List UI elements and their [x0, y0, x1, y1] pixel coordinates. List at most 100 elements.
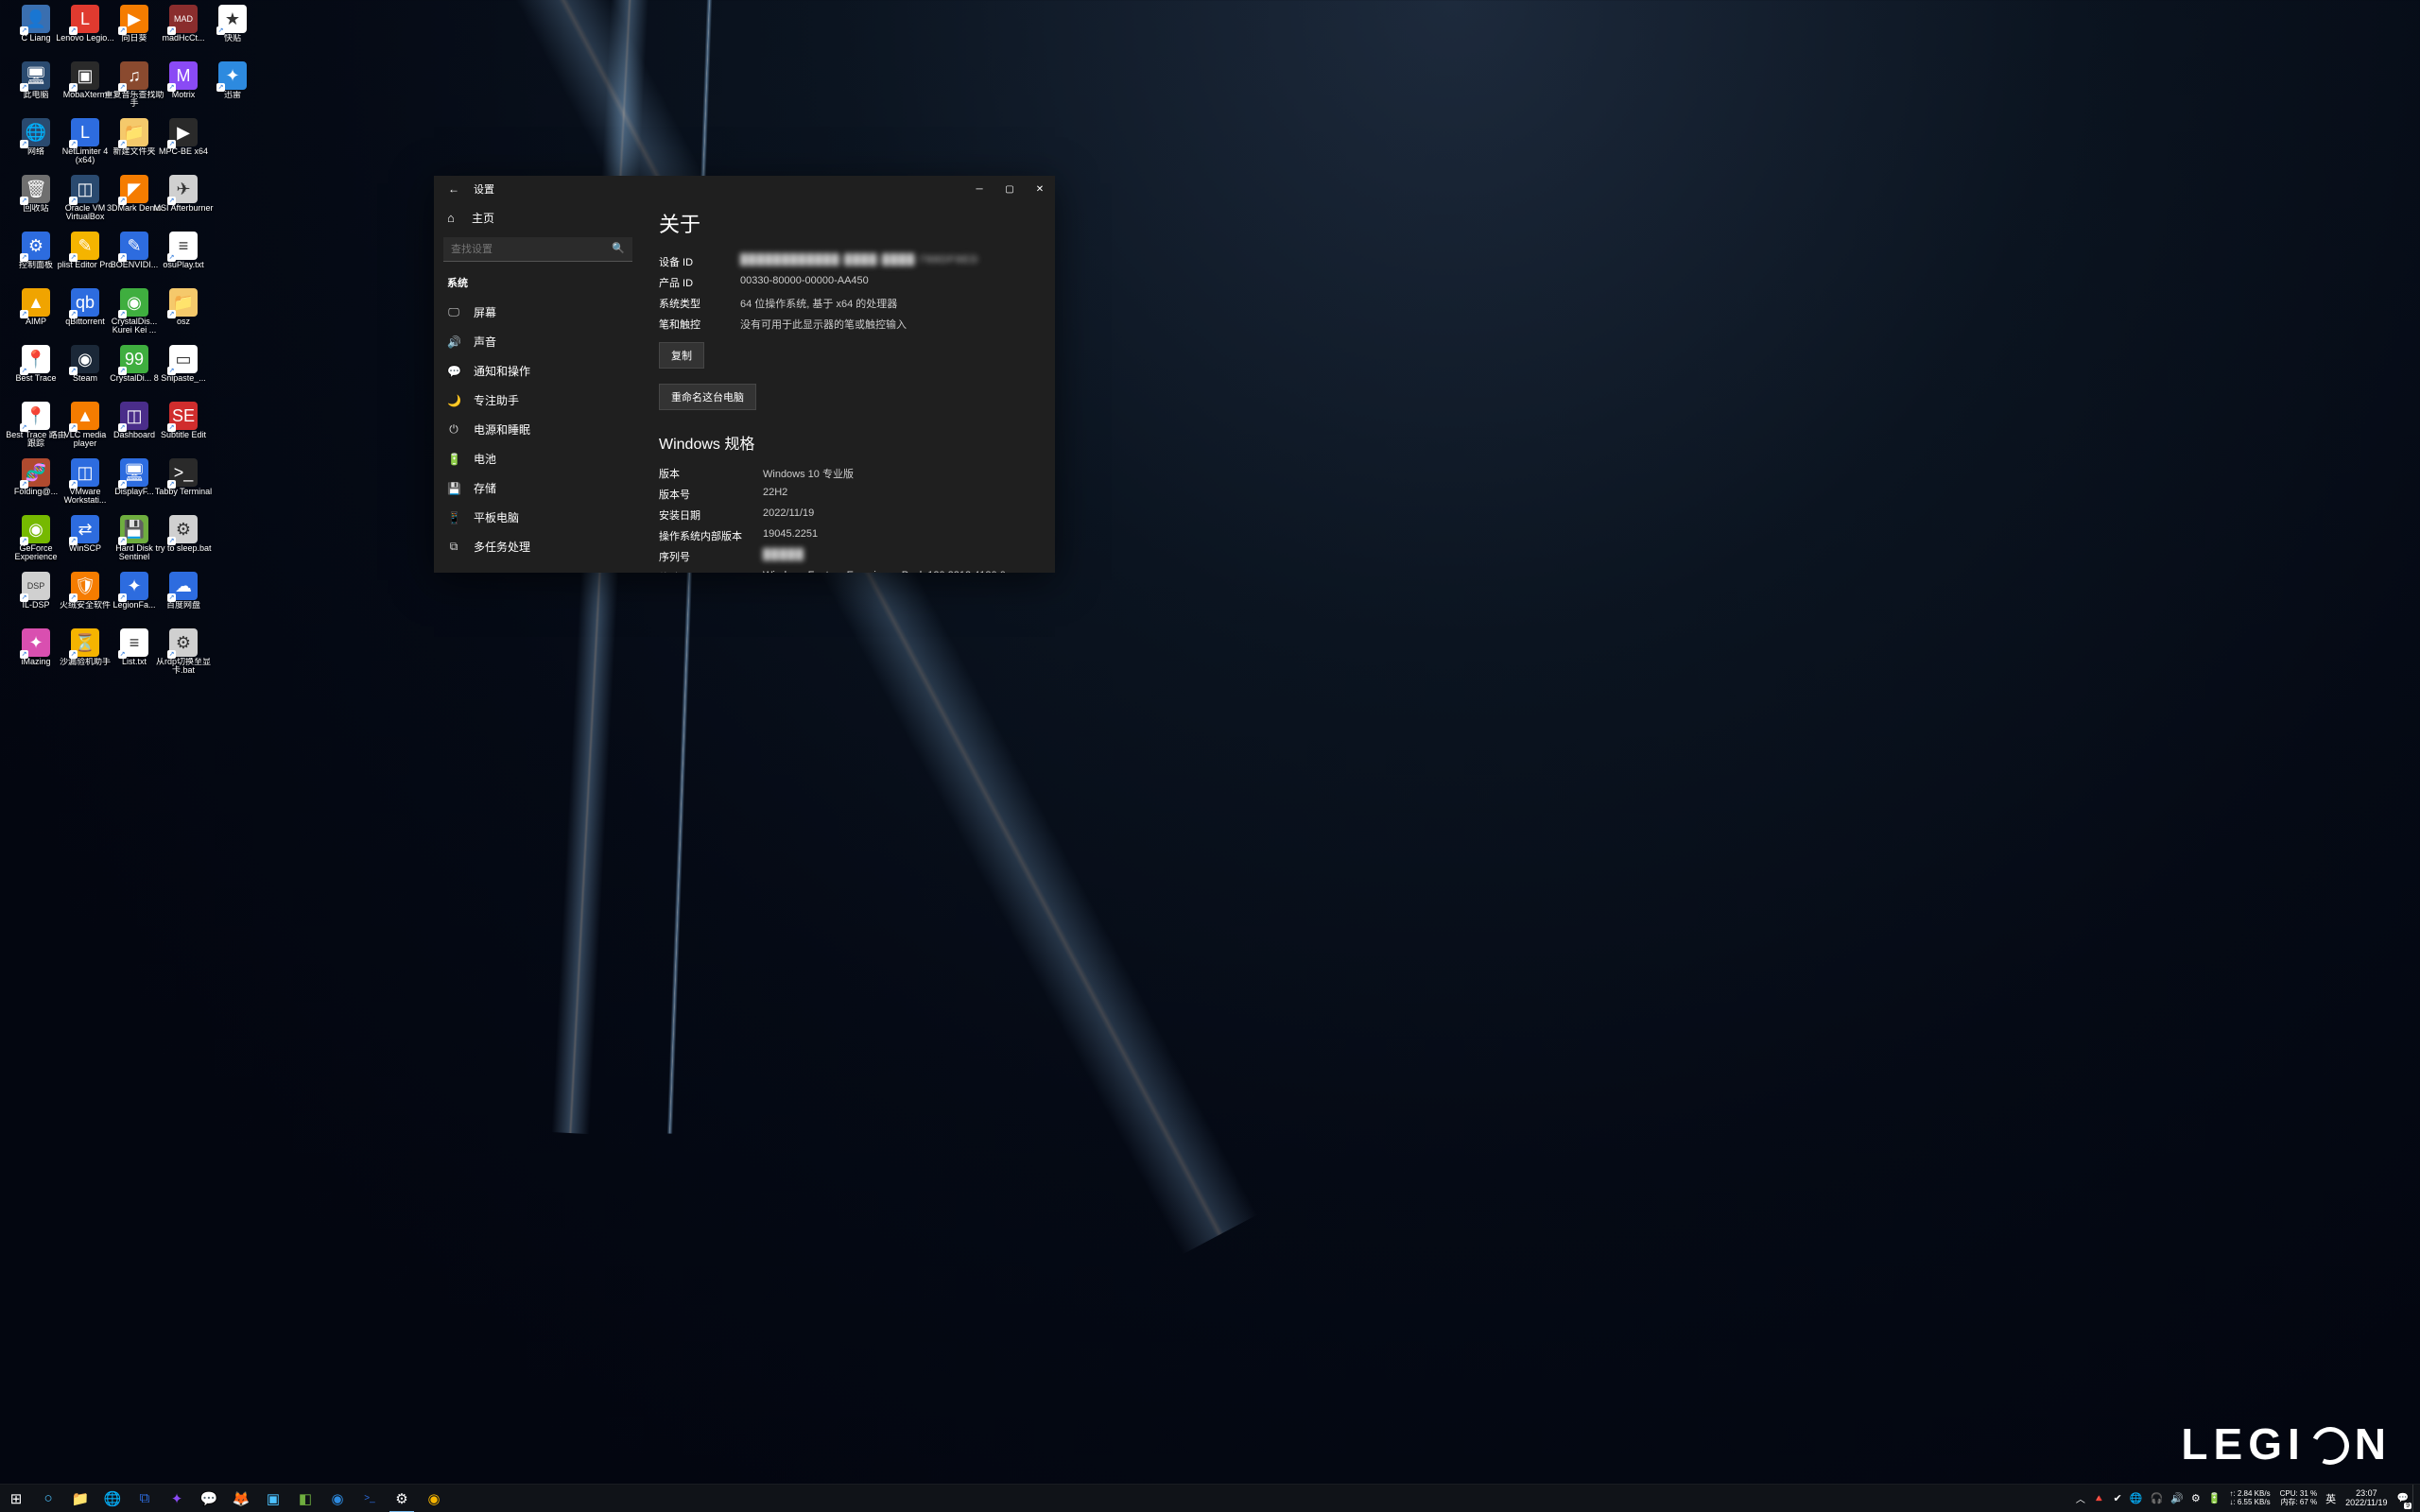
tray-icon[interactable]: ✔: [2110, 1485, 2126, 1512]
desktop-icon-label: WinSCP: [68, 544, 102, 553]
maximize-button[interactable]: ▢: [994, 176, 1025, 202]
tray-icon[interactable]: 🔋: [2204, 1485, 2225, 1512]
minimize-button[interactable]: ─: [964, 176, 994, 202]
ime-indicator[interactable]: 英: [2322, 1485, 2340, 1512]
app-icon: ▲↗: [71, 402, 99, 430]
desktop-icon[interactable]: ✈↗MSI Afterburner: [149, 174, 217, 229]
app-icon: 🖥↗: [120, 458, 148, 487]
taskbar-app4[interactable]: ◉: [321, 1485, 354, 1512]
sidebar-item-icon: 🖵: [447, 305, 460, 319]
desktop-icon[interactable]: ≡↗osuPlay.txt: [149, 231, 217, 285]
app-icon: M↗: [169, 61, 198, 90]
taskbar-app3[interactable]: ◧: [289, 1485, 321, 1512]
taskbar-firefox[interactable]: 🦊: [225, 1485, 257, 1512]
sidebar-item[interactable]: 💬通知和操作: [434, 356, 642, 386]
sidebar-item[interactable]: 💾存储: [434, 473, 642, 503]
sidebar-section-header: 系统: [434, 269, 642, 298]
spec-key: 设备 ID: [659, 254, 740, 269]
tray-chevron[interactable]: ︿: [2072, 1485, 2089, 1512]
app-icon: 📁↗: [120, 118, 148, 146]
rename-pc-button[interactable]: 重命名这台电脑: [659, 384, 756, 410]
tray-icon[interactable]: 🔊: [2167, 1485, 2187, 1512]
tray-icon[interactable]: 🌐: [2126, 1485, 2147, 1512]
tray-icon[interactable]: 🔺: [2089, 1485, 2110, 1512]
sidebar-item[interactable]: ⏻电源和睡眠: [434, 415, 642, 444]
search-icon: 🔍: [612, 242, 625, 254]
sidebar-item[interactable]: ⧉多任务处理: [434, 532, 642, 561]
app-icon: ✈↗: [169, 175, 198, 203]
desktop-icon-label: 快贴: [223, 34, 242, 43]
tray-icon[interactable]: 🎧: [2146, 1485, 2167, 1512]
app-icon: ≡↗: [120, 628, 148, 657]
sidebar-item[interactable]: 🖵 屏幕: [434, 298, 642, 327]
action-center[interactable]: 💬9: [2394, 1485, 2412, 1512]
back-button[interactable]: ←: [447, 182, 460, 196]
system-tray: ︿ 🔺✔🌐🎧🔊⚙🔋 ↑: 2.84 KB/s ↓: 6.55 KB/s CPU:…: [2072, 1485, 2420, 1512]
desktop-icon[interactable]: ▭↗Snipaste_...: [149, 344, 217, 399]
desktop-icon-label: IL-DSP: [21, 601, 50, 610]
sidebar-item[interactable]: 🌙专注助手: [434, 386, 642, 415]
desktop-icon[interactable]: >_↗Tabby Terminal: [149, 457, 217, 512]
cpu-monitor[interactable]: CPU: 31 % 内存: 67 %: [2275, 1485, 2323, 1512]
taskbar-code[interactable]: ⧉: [129, 1485, 161, 1512]
desktop[interactable]: 👤↗C Liang🖥↗此电脑🌐↗网络🗑↗回收站⚙↗控制面板▲↗AIMP📍↗Bes…: [0, 0, 2420, 1484]
sidebar-item[interactable]: 🔋电池: [434, 444, 642, 473]
settings-content: 关于 设备 ID████████████-████-████-788DF8ED产…: [642, 202, 1055, 573]
sidebar-item-label: 屏幕: [474, 304, 496, 320]
desktop-icon[interactable]: ✦↗迅雷: [199, 60, 267, 115]
desktop-icon[interactable]: ★↗快贴: [199, 4, 267, 59]
desktop-icon[interactable]: ⚙↗try to sleep.bat: [149, 514, 217, 569]
desktop-icon[interactable]: ⚙↗从rdp切换至显卡.bat: [149, 627, 217, 682]
taskbar-app2[interactable]: ▣: [257, 1485, 289, 1512]
search-input[interactable]: [443, 237, 632, 262]
desktop-icon-label: 回收站: [22, 204, 49, 213]
desktop-icon-label: Tabby Terminal: [154, 488, 213, 496]
network-monitor[interactable]: ↑: 2.84 KB/s ↓: 6.55 KB/s: [2224, 1485, 2274, 1512]
taskbar-settings[interactable]: ⚙: [386, 1485, 418, 1512]
taskbar-wechat[interactable]: 💬: [193, 1485, 225, 1512]
app-icon: ✦↗: [120, 572, 148, 600]
taskbar-explorer[interactable]: 📁: [64, 1485, 96, 1512]
taskbar-media[interactable]: ◉: [418, 1485, 450, 1512]
taskbar-terminal[interactable]: >_: [354, 1485, 386, 1512]
desktop-icon[interactable]: SE↗Subtitle Edit: [149, 401, 217, 455]
desktop-icon-label: iMazing: [20, 658, 51, 666]
taskbar-cortana[interactable]: ○: [32, 1485, 64, 1512]
app-icon: ◉↗: [71, 345, 99, 373]
app-icon: ▭↗: [169, 345, 198, 373]
close-button[interactable]: ✕: [1025, 176, 1055, 202]
desktop-icon[interactable]: 📁↗osz: [149, 287, 217, 342]
app-icon: ⏳↗: [71, 628, 99, 657]
copy-device-button[interactable]: 复制: [659, 342, 704, 369]
taskbar-app1[interactable]: ✦: [161, 1485, 193, 1512]
desktop-icon[interactable]: ☁↗百度网盘: [149, 571, 217, 626]
sidebar-item-icon: 🌙: [447, 394, 460, 407]
spec-value: 19045.2251: [763, 528, 818, 543]
show-desktop[interactable]: [2412, 1485, 2418, 1512]
app-icon: ⚙↗: [169, 628, 198, 657]
desktop-icon-label: 迅雷: [223, 91, 242, 99]
sidebar-item-icon: 📱: [447, 511, 460, 524]
sidebar-item-label: 多任务处理: [474, 539, 530, 555]
tray-icon[interactable]: ⚙: [2187, 1485, 2204, 1512]
home-label: 主页: [472, 210, 494, 226]
sidebar-item-icon: ⏻: [447, 422, 460, 437]
app-icon: ✦↗: [22, 628, 50, 657]
desktop-icon[interactable]: ▶↗MPC-BE x64: [149, 117, 217, 172]
desktop-icon-label: 从rdp切换至显卡.bat: [149, 658, 217, 676]
sidebar-home[interactable]: ⌂ 主页: [434, 202, 642, 233]
app-icon: ▣↗: [71, 61, 99, 90]
taskbar-edge[interactable]: 🌐: [96, 1485, 129, 1512]
sidebar-item[interactable]: 🔊声音: [434, 327, 642, 356]
sidebar-item-label: 平板电脑: [474, 509, 519, 525]
taskbar-start[interactable]: ⊞: [0, 1485, 32, 1512]
clock[interactable]: 23:07 2022/11/19: [2340, 1485, 2393, 1512]
spec-row: 序列号█████: [659, 546, 1038, 567]
sidebar-item-icon: 💾: [447, 482, 460, 495]
spec-key: 体验: [659, 570, 763, 573]
app-icon: ♫↗: [120, 61, 148, 90]
spec-value: Windows 10 专业版: [763, 466, 854, 481]
sidebar-item[interactable]: 📱 平板电脑: [434, 503, 642, 532]
app-icon: ⇄↗: [71, 515, 99, 543]
app-icon: ★↗: [218, 5, 247, 33]
